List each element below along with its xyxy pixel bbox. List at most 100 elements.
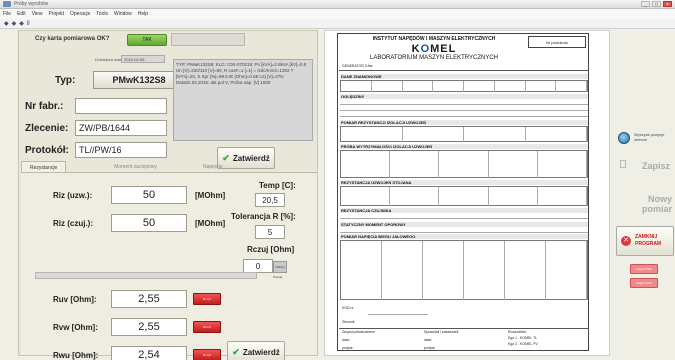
tab-bar: Rezystancje Moment zaciepowy Napięcie xyxy=(21,161,317,173)
typ-select[interactable]: PMwK132S8 xyxy=(93,71,185,89)
doc-foot-mid: Sprawdził i zatwierdził xyxy=(424,330,459,334)
menu-tools[interactable]: Tools xyxy=(96,11,108,17)
pause-icon[interactable]: Ⅱ xyxy=(27,20,30,27)
tab-content: Riz (uzw.): 50 [MOhm] Riz (czuj.): 50 [M… xyxy=(21,173,317,360)
stop-icon[interactable]: ◆ xyxy=(19,20,24,27)
rvw-field[interactable]: 2,55 xyxy=(111,318,187,336)
doc-data-left: data: xyxy=(342,338,350,342)
zamknij-program-button[interactable]: ✕ ZAMKNIJ PROGRAM xyxy=(616,226,674,256)
zamknij-label-2: PROGRAM xyxy=(635,241,662,247)
riz-uzw-unit: [MOhm] xyxy=(195,191,226,200)
rwu-field[interactable]: 2,54 xyxy=(111,346,187,360)
doc-table-proba xyxy=(340,150,588,178)
nowy-pomiar-button[interactable]: Nowy pomiar xyxy=(616,190,674,220)
tab-napiecie[interactable]: Napięcie xyxy=(195,161,230,172)
zatwierdz-label-bottom: Zatwierdź xyxy=(242,348,280,357)
zatwierdz-button-bottom[interactable]: ✔ Zatwierdź xyxy=(227,341,285,360)
pomiar-button[interactable]: Odczyt xyxy=(273,261,287,273)
window-title: Próby wyrobów xyxy=(14,1,49,7)
komel-logo: KOMEL xyxy=(411,43,457,55)
check-label: Czy karta pomiarowa OK? xyxy=(35,36,110,42)
pomiar-label: Pomiar xyxy=(273,275,283,279)
tab-moment[interactable]: Moment zaciepowy xyxy=(106,161,165,172)
tab-rezystancje[interactable]: Rezystancje xyxy=(21,161,67,172)
rczuj-field[interactable]: 0 xyxy=(243,259,273,273)
date-label: Dzisiejsza data xyxy=(95,57,122,62)
gear-icon xyxy=(618,132,630,144)
title-bar: Próby wyrobów _ □ × xyxy=(0,0,675,9)
rwu-label: Rwu [Ohm]: xyxy=(53,351,99,360)
zlecenie-input[interactable]: ZW/PB/1644 xyxy=(75,120,167,136)
doc-table-nap xyxy=(340,240,588,300)
tolerancja-field[interactable]: 5 xyxy=(255,225,285,239)
check-row: Czy karta pomiarowa OK? TAK xyxy=(19,31,319,49)
run-continuous-icon[interactable]: ◆ xyxy=(12,20,17,27)
doc-institute: INSTYTUT NAPĘDÓW I MASZYN ELEKTRYCZNYCH xyxy=(372,36,496,42)
menu-file[interactable]: File xyxy=(3,11,11,17)
progress-bar xyxy=(35,272,257,279)
doc-header: INSTYTUT NAPĘDÓW I MASZYN ELEKTRYCZNYCH … xyxy=(342,36,526,61)
ruv-label: Ruv [Ohm]: xyxy=(53,295,97,304)
toolbar: ◆ ◆ ◆ Ⅱ xyxy=(0,19,675,29)
doc-section-pomiar-nap: POMIAR NAPIĘCIA BIEGU JAŁOWEGO xyxy=(340,234,588,239)
riz-czuj-field[interactable]: 50 xyxy=(111,214,187,232)
zapisz-pdf-button[interactable]: Zapisz PDF xyxy=(630,264,658,274)
tak-button[interactable]: TAK xyxy=(127,34,167,46)
rwu-indicator: BŁĄD xyxy=(193,349,221,360)
zamknij-label-1: ZAMKNIJ xyxy=(635,234,658,240)
menu-bar: File Edit View Projekt Operacje Tools Wi… xyxy=(0,9,675,19)
menu-help[interactable]: Help xyxy=(138,11,148,17)
doc-table-rezystancja xyxy=(340,186,588,206)
run-icon[interactable]: ◆ xyxy=(4,20,9,27)
doc-section-statyczny: STATYCZNY MOMENT OPOROWY xyxy=(340,222,588,227)
zapisz-button[interactable]: Zapisz xyxy=(616,154,674,178)
riz-uzw-field[interactable]: 50 xyxy=(111,186,187,204)
protocol-preview: INSTYTUT NAPĘDÓW I MASZYN ELEKTRYCZNYCH … xyxy=(324,30,610,356)
rczuj-label: Rczuj [Ohm] xyxy=(247,245,295,254)
doc-section-czujnik: REZYSTANCJA CZUJNIKA xyxy=(340,208,588,213)
doc-foot-right3: Egz 2 - KOMEL PV xyxy=(508,342,538,346)
menu-projekt[interactable]: Projekt xyxy=(48,11,64,17)
protokol-input[interactable]: TL//PW/16 xyxy=(75,142,167,158)
menu-edit[interactable]: Edit xyxy=(17,11,26,17)
minimize-button[interactable]: _ xyxy=(641,1,650,8)
wyczysc-button[interactable]: Wyczyść pozycje obecne xyxy=(616,126,674,152)
doc-section-rezystancja: REZYSTANCJA UZWOJEŃ STOJANA xyxy=(340,180,588,185)
nr-fabr-input[interactable] xyxy=(75,98,167,114)
info-text: TYP: PMwK132S8; KLG: C04-070219; Pn [kVA… xyxy=(173,59,313,141)
doc-generator: GENERATOR 3-faz xyxy=(342,64,373,68)
zlecenie-label: Zlecenie: xyxy=(25,123,69,134)
menu-view[interactable]: View xyxy=(32,11,43,17)
ruv-indicator: BŁĄD xyxy=(193,293,221,305)
doc-table-dane xyxy=(340,80,588,92)
temp-label: Temp [C]: xyxy=(259,181,296,190)
doc-kod: KOD nr xyxy=(342,306,354,310)
check-icon: ✔ xyxy=(232,347,240,357)
doc-section-pomiar-rez: POMIAR REZYSTANCJI IZOLACJI UZWOJEŃ xyxy=(340,120,588,125)
close-window-button[interactable]: × xyxy=(663,1,672,8)
doc-section-proba: PRÓBA WYTRZYMAŁOŚCI IZOLACJI UZWOJEŃ xyxy=(340,144,588,149)
menu-window[interactable]: Window xyxy=(114,11,132,17)
doc-foot-right2: Egz 1 - KOMEL TL xyxy=(508,336,538,340)
right-panel: Wyczyść pozycje obecne Zapisz Nowy pomia… xyxy=(614,30,675,356)
doc-podpis-left: podpis: xyxy=(342,346,354,350)
doc-foot-right1: Rozdzielnik: xyxy=(508,330,527,334)
zapisz-xls-button[interactable]: Zapisz XLS xyxy=(630,278,658,288)
ruv-field[interactable]: 2,55 xyxy=(111,290,187,308)
wyczysc-label: Wyczyść pozycje obecne xyxy=(634,132,665,142)
rvw-label: Rvw [Ohm]: xyxy=(53,323,98,332)
doc-section-dane: DANE ZNAMIONOWE xyxy=(340,74,588,79)
doc-section-ogledziny: OGLĘDZINY xyxy=(340,94,588,99)
doc-protocol-number: Nr protokołu xyxy=(528,36,586,48)
protocol-document: INSTYTUT NAPĘDÓW I MASZYN ELEKTRYCZNYCH … xyxy=(337,33,589,351)
doc-uwagi: Zbiornik xyxy=(342,320,355,324)
riz-czuj-unit: [MOhm] xyxy=(195,219,226,228)
tolerancja-label: Tolerancja R [%]: xyxy=(231,212,296,221)
maximize-button[interactable]: □ xyxy=(652,1,661,8)
doc-lab: LABORATORIUM MASZYN ELEKTRYCZNYCH xyxy=(369,55,499,61)
rvw-indicator: BŁĄD xyxy=(193,321,221,333)
temp-field[interactable]: 20,5 xyxy=(255,193,285,207)
doc-data-mid: data: xyxy=(424,338,432,342)
status-box xyxy=(171,33,245,46)
menu-operacje[interactable]: Operacje xyxy=(70,11,90,17)
